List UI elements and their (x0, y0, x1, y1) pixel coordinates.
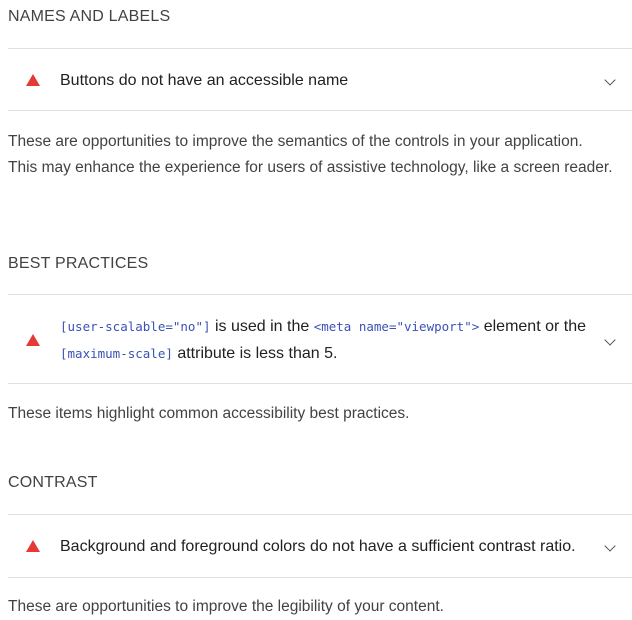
audit-text: element or the (479, 318, 586, 335)
code-maximum-scale: [maximum-scale] (60, 346, 173, 361)
divider (8, 110, 632, 111)
audit-buttons-accessible-name[interactable]: Buttons do not have an accessible name (8, 64, 632, 96)
code-user-scalable: [user-scalable="no"] (60, 319, 211, 334)
divider (8, 577, 632, 578)
audit-text: attribute is less than 5. (172, 345, 338, 362)
code-meta-viewport: <meta name="viewport"> (313, 319, 480, 334)
divider (8, 514, 632, 515)
section-description: These are opportunities to improve the s… (8, 133, 613, 176)
chevron-down-icon[interactable] (604, 74, 616, 86)
section-heading-contrast: CONTRAST (8, 474, 98, 491)
section-description: These are opportunities to improve the l… (8, 598, 444, 615)
section-heading-best-practices: BEST PRACTICES (8, 255, 149, 272)
audit-title: Background and foreground colors do not … (60, 537, 576, 555)
warning-triangle-icon (26, 540, 40, 552)
section-heading-names-and-labels: NAMES AND LABELS (8, 8, 171, 25)
divider (8, 294, 632, 295)
audit-color-contrast[interactable]: Background and foreground colors do not … (8, 530, 632, 562)
section-description: These items highlight common accessibili… (8, 405, 410, 422)
chevron-down-icon[interactable] (604, 334, 616, 346)
divider (8, 383, 632, 384)
divider (8, 48, 632, 49)
chevron-down-icon[interactable] (604, 540, 616, 552)
warning-triangle-icon (26, 334, 40, 346)
audit-user-scalable-viewport[interactable]: [user-scalable="no"] is used in the <met… (8, 312, 632, 368)
warning-triangle-icon (26, 74, 40, 86)
audit-text: is used in the (210, 318, 314, 335)
audit-title: [user-scalable="no"] is used in the <met… (60, 313, 594, 367)
audit-title: Buttons do not have an accessible name (60, 71, 349, 89)
